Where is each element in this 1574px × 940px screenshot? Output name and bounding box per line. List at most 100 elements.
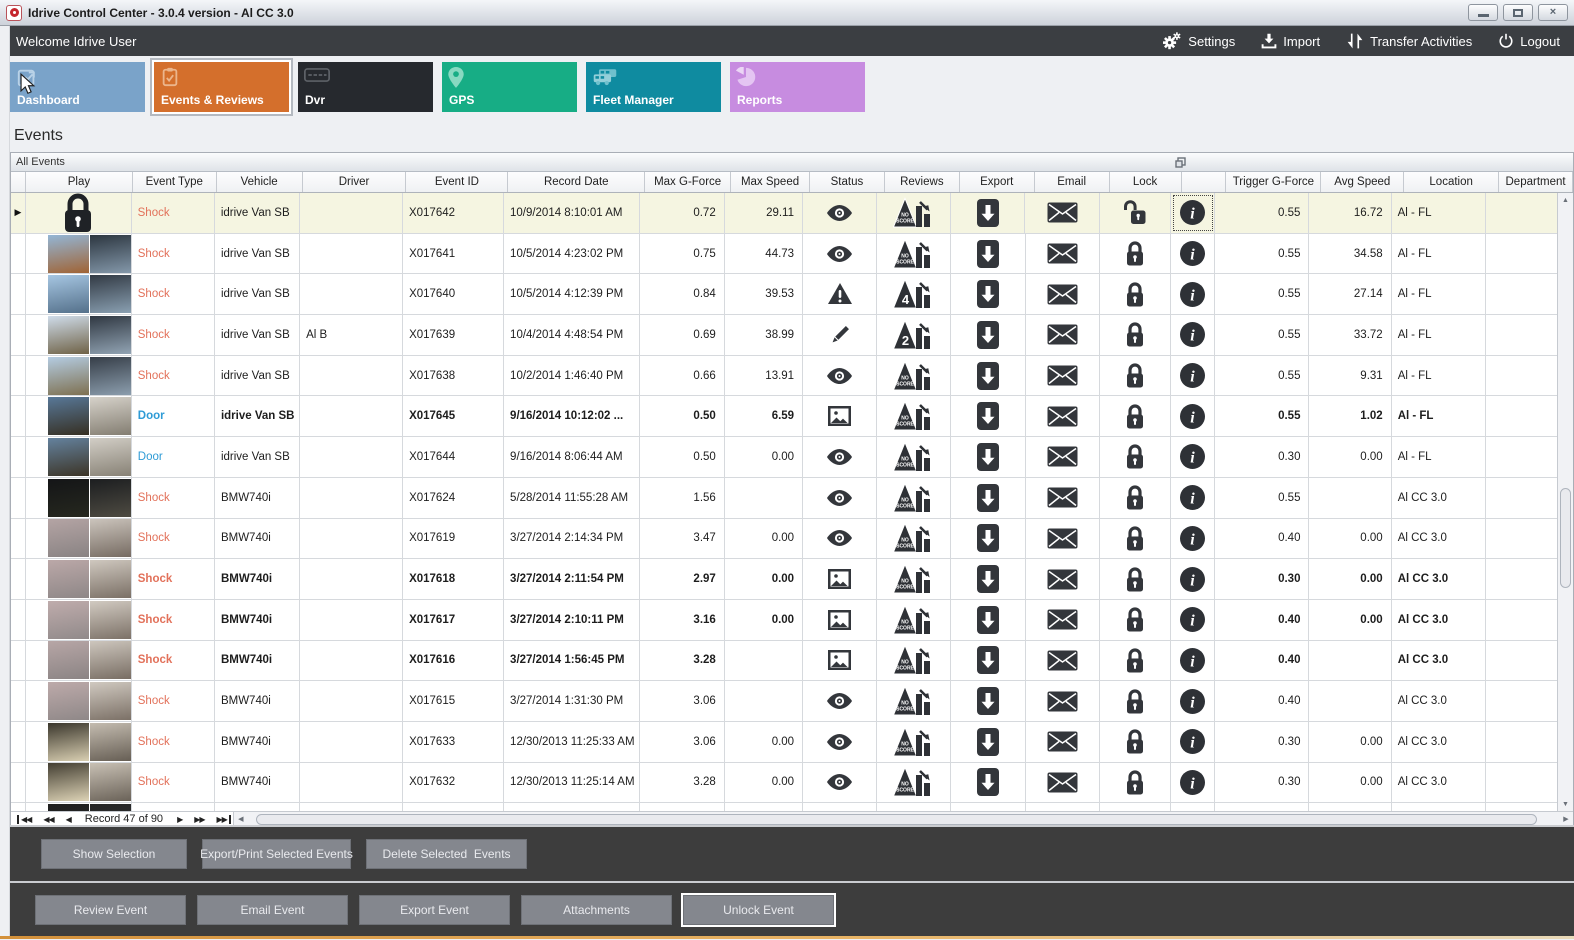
lock-cell[interactable] bbox=[1100, 559, 1171, 599]
scroll-up-arrow[interactable]: ▲ bbox=[1558, 193, 1573, 207]
reviews-cell[interactable]: NO SCORE bbox=[877, 681, 952, 721]
tab-events-reviews[interactable]: Events & Reviews bbox=[154, 62, 289, 112]
info-cell[interactable]: i bbox=[1171, 193, 1216, 233]
column-header-reviews[interactable]: Reviews bbox=[885, 172, 960, 192]
event-row[interactable] bbox=[11, 803, 1560, 811]
play-cell[interactable] bbox=[26, 762, 132, 803]
column-header-location[interactable]: Location bbox=[1404, 172, 1500, 192]
lock-cell[interactable] bbox=[1100, 315, 1171, 355]
close-button[interactable]: × bbox=[1538, 4, 1568, 21]
info-cell[interactable]: i bbox=[1171, 518, 1216, 559]
review-event-button[interactable]: Review Event bbox=[35, 894, 186, 925]
email-cell[interactable] bbox=[1026, 315, 1100, 355]
email-cell[interactable] bbox=[1026, 640, 1100, 681]
minimize-button[interactable] bbox=[1468, 4, 1498, 21]
play-cell[interactable] bbox=[26, 599, 132, 640]
column-header-event-id[interactable]: Event ID bbox=[406, 172, 509, 192]
email-cell[interactable] bbox=[1026, 599, 1100, 640]
column-header-event-type[interactable]: Event Type bbox=[133, 172, 217, 192]
event-thumbnail[interactable] bbox=[47, 722, 131, 761]
reviews-cell[interactable]: NO SCORE bbox=[877, 355, 952, 396]
event-thumbnail[interactable] bbox=[47, 437, 131, 476]
lock-cell[interactable] bbox=[1100, 640, 1171, 681]
event-thumbnail[interactable] bbox=[47, 804, 131, 811]
info-cell[interactable]: i bbox=[1171, 599, 1216, 640]
scroll-down-arrow[interactable]: ▼ bbox=[1558, 797, 1573, 811]
lock-cell[interactable] bbox=[1100, 233, 1171, 274]
tab-gps[interactable]: GPS bbox=[442, 62, 577, 112]
export-cell[interactable] bbox=[951, 315, 1026, 355]
play-cell[interactable] bbox=[26, 640, 132, 681]
export-cell[interactable] bbox=[951, 681, 1026, 721]
event-thumbnail[interactable] bbox=[47, 641, 131, 680]
reviews-cell[interactable]: NO SCORE bbox=[877, 233, 952, 274]
lock-cell[interactable] bbox=[1100, 518, 1171, 559]
reviews-cell[interactable]: NO SCORE bbox=[877, 640, 952, 681]
reviews-cell[interactable] bbox=[877, 803, 952, 811]
column-header-driver[interactable]: Driver bbox=[303, 172, 407, 192]
column-header-trigger-g-force[interactable]: Trigger G-Force bbox=[1226, 172, 1322, 192]
prev-page-button[interactable]: ◀◀ bbox=[37, 815, 59, 824]
export-print-selected-events-button[interactable]: Export/Print Selected Events bbox=[200, 839, 353, 869]
lock-cell[interactable] bbox=[1100, 355, 1171, 396]
reviews-cell[interactable]: NO SCORE bbox=[877, 396, 952, 437]
event-row[interactable]: Shock BMW740i X017624 5/28/2014 11:55:28 AM… bbox=[11, 477, 1560, 519]
logout-button[interactable]: Logout bbox=[1498, 32, 1560, 50]
event-row[interactable]: Shock idrive Van SB X017638 10/2/2014 1:46:… bbox=[11, 355, 1560, 397]
play-cell[interactable] bbox=[26, 233, 132, 274]
email-cell[interactable] bbox=[1026, 355, 1100, 396]
unlock-event-button[interactable]: Unlock Event bbox=[683, 894, 834, 925]
lock-cell[interactable] bbox=[1100, 437, 1171, 477]
reviews-cell[interactable]: NO SCORE bbox=[877, 762, 952, 803]
event-row[interactable]: Shock BMW740i X017618 3/27/2014 2:11:54 PM 2… bbox=[11, 559, 1560, 600]
maximize-button[interactable] bbox=[1503, 4, 1533, 21]
export-cell[interactable] bbox=[951, 599, 1026, 640]
lock-cell[interactable] bbox=[1100, 681, 1171, 721]
email-cell[interactable] bbox=[1026, 274, 1100, 315]
play-cell[interactable] bbox=[26, 477, 132, 518]
export-event-button[interactable]: Export Event bbox=[359, 894, 510, 925]
email-event-button[interactable]: Email Event bbox=[197, 894, 348, 925]
column-header-avg-speed[interactable]: Avg Speed bbox=[1321, 172, 1405, 192]
reviews-cell[interactable]: NO SCORE bbox=[877, 437, 952, 477]
tab-reports[interactable]: Reports bbox=[730, 62, 865, 112]
event-thumbnail[interactable] bbox=[47, 600, 131, 639]
event-thumbnail[interactable] bbox=[47, 234, 131, 273]
last-record-button[interactable]: ▶▶ bbox=[211, 814, 231, 824]
play-cell[interactable] bbox=[26, 355, 132, 396]
column-header-export[interactable]: Export bbox=[960, 172, 1035, 192]
info-cell[interactable]: i bbox=[1171, 721, 1216, 762]
email-cell[interactable] bbox=[1026, 559, 1100, 599]
tab-dvr[interactable]: Dvr bbox=[298, 62, 433, 112]
event-row[interactable]: ▶ Shock idrive Van SB X017642 10/9/2014 8:10… bbox=[11, 193, 1559, 234]
email-cell[interactable] bbox=[1025, 193, 1100, 233]
next-record-button[interactable]: ▶ bbox=[171, 815, 188, 824]
email-cell[interactable] bbox=[1026, 681, 1100, 721]
event-row[interactable]: Shock idrive Van SB X017640 10/5/2014 4:12:… bbox=[11, 274, 1560, 316]
delete-selected-events-button[interactable]: Delete Selected Events bbox=[366, 839, 527, 869]
event-row[interactable]: Shock BMW740i X017633 12/30/2013 11:25:33 A… bbox=[11, 721, 1560, 763]
event-row[interactable]: Shock BMW740i X017619 3/27/2014 2:14:34 PM 3… bbox=[11, 518, 1560, 560]
event-row[interactable]: Shock BMW740i X017632 12/30/2013 11:25:14 A… bbox=[11, 762, 1560, 804]
column-header-play[interactable]: Play bbox=[26, 172, 133, 192]
transfer-activities-button[interactable]: Transfer Activities bbox=[1346, 32, 1472, 50]
export-cell[interactable] bbox=[951, 437, 1026, 477]
settings-button[interactable]: Settings bbox=[1162, 32, 1235, 50]
info-cell[interactable]: i bbox=[1171, 315, 1216, 355]
play-cell[interactable] bbox=[26, 803, 132, 811]
export-cell[interactable] bbox=[951, 274, 1026, 315]
horizontal-scroll-thumb[interactable] bbox=[255, 813, 1537, 825]
info-cell[interactable]: i bbox=[1171, 681, 1216, 721]
event-thumbnail[interactable] bbox=[47, 356, 131, 395]
lock-cell[interactable] bbox=[1100, 396, 1171, 437]
info-cell[interactable]: i bbox=[1171, 355, 1216, 396]
info-cell[interactable]: i bbox=[1171, 762, 1216, 803]
column-header-department[interactable]: Department bbox=[1499, 172, 1573, 192]
play-cell[interactable] bbox=[26, 315, 132, 355]
scroll-right-arrow[interactable]: ▶ bbox=[1559, 815, 1573, 823]
export-cell[interactable] bbox=[951, 477, 1026, 518]
export-cell[interactable] bbox=[951, 396, 1026, 437]
event-row[interactable]: Shock BMW740i X017616 3/27/2014 1:56:45 PM 3… bbox=[11, 640, 1560, 682]
email-cell[interactable] bbox=[1026, 762, 1100, 803]
column-header-selector[interactable] bbox=[11, 172, 26, 192]
